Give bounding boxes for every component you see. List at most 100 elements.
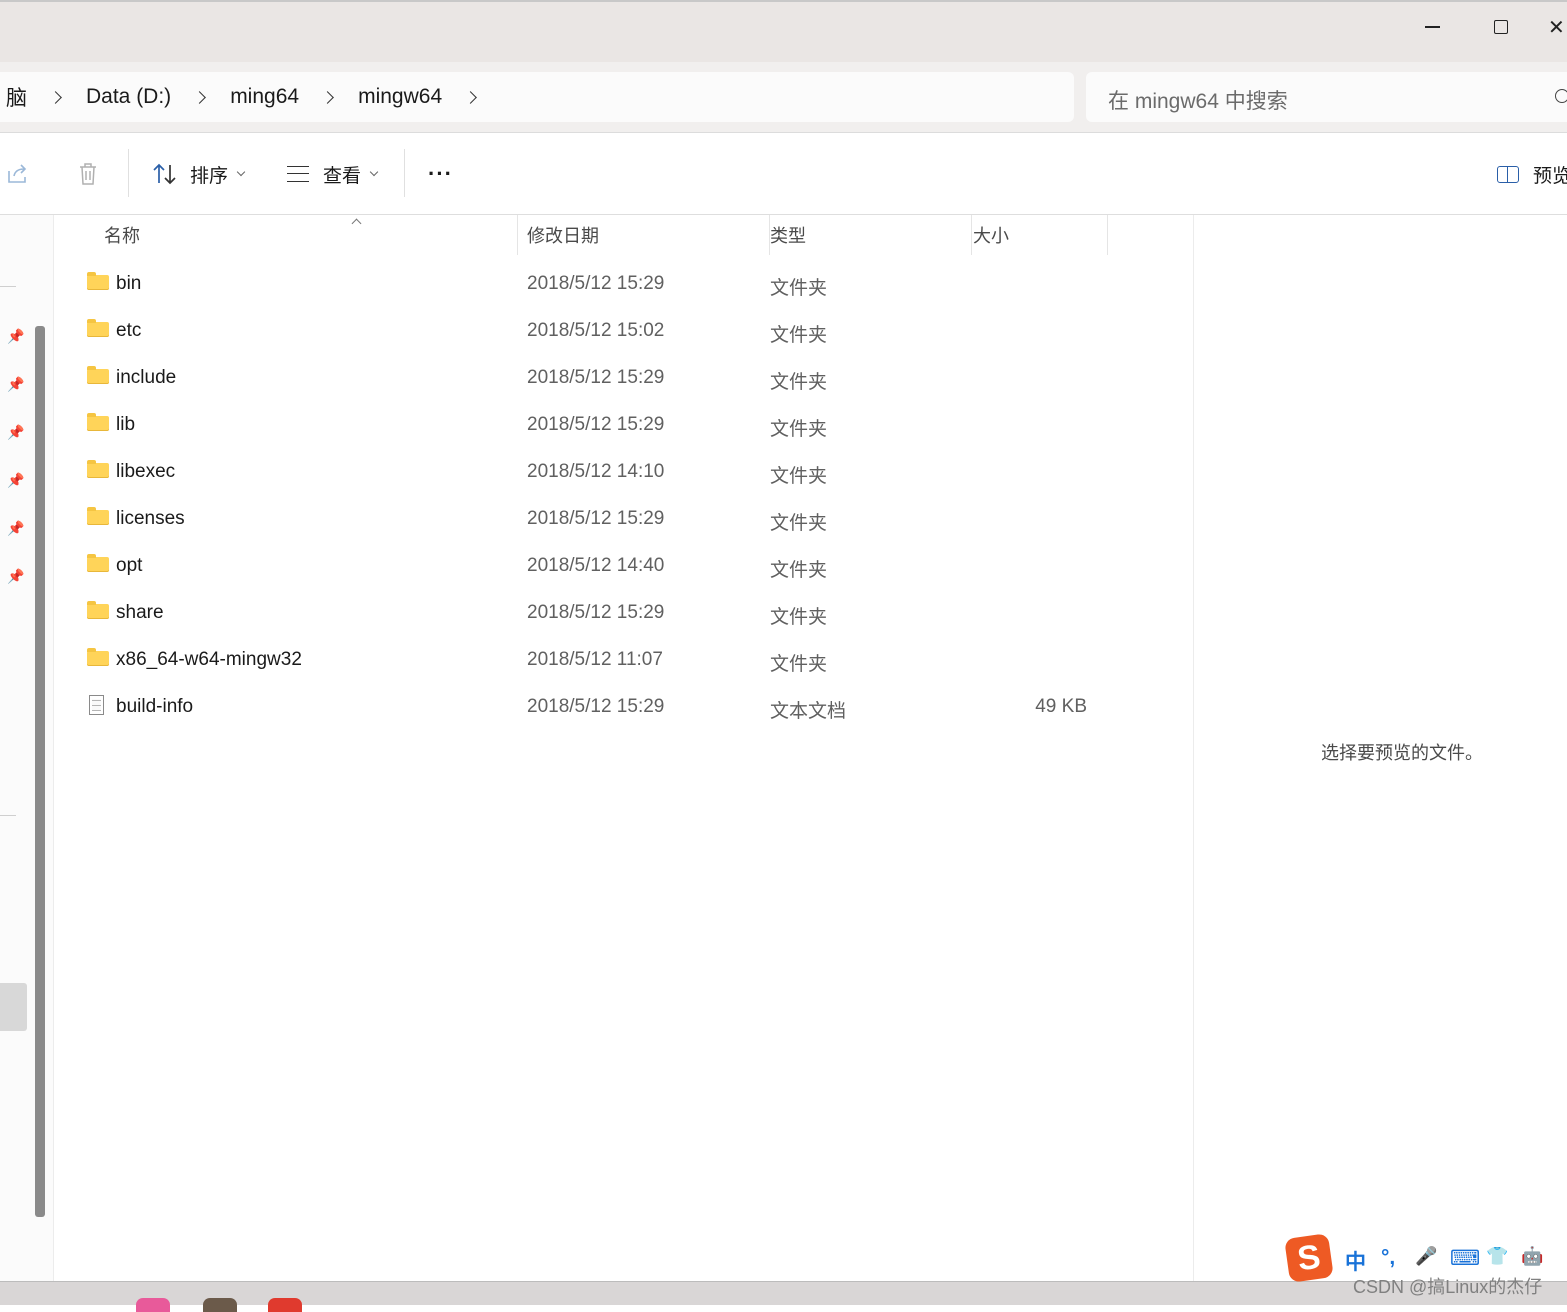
sogou-logo-icon[interactable]: S xyxy=(1284,1233,1334,1283)
breadcrumb-item-data-d[interactable]: Data (D:) xyxy=(86,85,171,109)
sort-button[interactable]: 排序 xyxy=(152,157,246,191)
share-icon xyxy=(8,164,27,183)
taskbar-app-icon[interactable] xyxy=(203,1298,237,1312)
file-row[interactable]: etc 2018/5/12 15:02 文件夹 xyxy=(54,309,1192,356)
file-row[interactable]: lib 2018/5/12 15:29 文件夹 xyxy=(54,403,1192,450)
breadcrumb[interactable]: 脑 Data (D:) ming64 mingw64 xyxy=(0,72,1074,122)
column-header-type[interactable]: 类型 xyxy=(761,215,972,255)
file-row[interactable]: licenses 2018/5/12 15:29 文件夹 xyxy=(54,497,1192,544)
folder-icon xyxy=(87,601,109,619)
folder-icon xyxy=(87,413,109,431)
pin-icon[interactable]: 📌 xyxy=(7,568,24,585)
pin-icon[interactable]: 📌 xyxy=(7,472,24,489)
pin-icon[interactable]: 📌 xyxy=(7,520,24,537)
maximize-button[interactable] xyxy=(1481,12,1521,42)
file-row[interactable]: build-info 2018/5/12 15:29 文本文档 49 KB xyxy=(54,685,1192,732)
nav-selected-item[interactable] xyxy=(0,983,27,1031)
navigation-pane: 📌 📌 📌 📌 📌 📌 xyxy=(0,215,54,1281)
breadcrumb-item-mingw64[interactable]: mingw64 xyxy=(358,85,442,109)
pin-icon[interactable]: 📌 xyxy=(7,376,24,393)
preview-pane-icon xyxy=(1497,165,1519,183)
nav-divider xyxy=(0,286,16,287)
file-type: 文件夹 xyxy=(770,560,828,581)
chevron-right-icon[interactable] xyxy=(464,90,477,104)
navigation-scrollbar[interactable] xyxy=(35,326,45,1217)
ime-chinese-mode[interactable]: 中 xyxy=(1345,1246,1366,1276)
watermark: CSDN @搞Linux的杰仔 xyxy=(1353,1277,1543,1297)
preview-pane: 选择要预览的文件。 xyxy=(1193,215,1567,1281)
file-row[interactable]: opt 2018/5/12 14:40 文件夹 xyxy=(54,544,1192,591)
toolbar-divider xyxy=(404,149,405,197)
nav-divider xyxy=(0,815,16,816)
file-date-modified: 2018/5/12 11:07 xyxy=(527,649,663,670)
file-type: 文件夹 xyxy=(770,607,828,628)
file-row[interactable]: bin 2018/5/12 15:29 文件夹 xyxy=(54,262,1192,309)
file-row[interactable]: include 2018/5/12 15:29 文件夹 xyxy=(54,356,1192,403)
more-options-button[interactable]: ··· xyxy=(428,157,453,191)
share-button[interactable] xyxy=(6,157,30,191)
keyboard-icon[interactable]: ⌨ xyxy=(1450,1246,1480,1271)
folder-icon xyxy=(87,319,109,337)
file-size: 49 KB xyxy=(1035,696,1087,717)
file-name: lib xyxy=(116,414,136,435)
file-type: 文本文档 xyxy=(770,701,847,722)
microphone-icon[interactable]: 🎤 xyxy=(1415,1246,1437,1267)
search-icon[interactable] xyxy=(1555,89,1567,103)
file-type: 文件夹 xyxy=(770,466,828,487)
breadcrumb-item-ming64[interactable]: ming64 xyxy=(230,85,299,109)
file-date-modified: 2018/5/12 15:29 xyxy=(527,273,665,294)
taskbar-app-icon[interactable] xyxy=(136,1298,170,1312)
chevron-down-icon xyxy=(369,167,379,177)
file-name: include xyxy=(116,367,177,388)
file-row[interactable]: x86_64-w64-mingw32 2018/5/12 11:07 文件夹 xyxy=(54,638,1192,685)
file-type: 文件夹 xyxy=(770,419,828,440)
breadcrumb-item-this-pc[interactable]: 脑 xyxy=(6,82,27,112)
sort-label: 排序 xyxy=(190,165,229,187)
chevron-right-icon[interactable] xyxy=(49,90,62,104)
minimize-button[interactable] xyxy=(1412,12,1452,42)
folder-icon xyxy=(87,460,109,478)
view-label: 查看 xyxy=(323,165,362,187)
file-type: 文件夹 xyxy=(770,372,828,393)
folder-icon xyxy=(87,507,109,525)
title-bar: ✕ xyxy=(0,0,1567,64)
file-date-modified: 2018/5/12 15:29 xyxy=(527,367,665,388)
file-date-modified: 2018/5/12 14:40 xyxy=(527,555,665,576)
file-date-modified: 2018/5/12 15:29 xyxy=(527,602,665,623)
file-name: libexec xyxy=(116,461,176,482)
ime-punctuation-icon[interactable]: °, xyxy=(1381,1246,1395,1270)
file-date-modified: 2018/5/12 15:02 xyxy=(527,320,665,341)
file-name: etc xyxy=(116,320,142,341)
delete-button[interactable] xyxy=(77,157,99,191)
preview-pane-button[interactable]: 预览 xyxy=(1497,157,1567,191)
pin-icon[interactable]: 📌 xyxy=(7,328,24,345)
column-header-name[interactable]: 名称 xyxy=(104,215,518,255)
file-name: licenses xyxy=(116,508,185,529)
search-input[interactable]: 在 mingw64 中搜索 xyxy=(1086,72,1567,122)
taskbar-app-icon[interactable] xyxy=(268,1298,302,1312)
preview-label: 预览 xyxy=(1533,165,1567,187)
close-icon: ✕ xyxy=(1548,16,1565,39)
column-header-date[interactable]: 修改日期 xyxy=(518,215,770,255)
view-list-icon xyxy=(287,166,309,182)
sort-ascending-icon xyxy=(351,218,362,229)
file-name: share xyxy=(116,602,164,623)
folder-icon xyxy=(87,272,109,290)
view-button[interactable]: 查看 xyxy=(287,157,379,191)
address-row: 脑 Data (D:) ming64 mingw64 在 mingw64 中搜索 xyxy=(0,62,1567,133)
file-row[interactable]: share 2018/5/12 15:29 文件夹 xyxy=(54,591,1192,638)
file-row[interactable]: libexec 2018/5/12 14:10 文件夹 xyxy=(54,450,1192,497)
file-date-modified: 2018/5/12 15:29 xyxy=(527,696,665,717)
skin-shirt-icon[interactable]: 👕 xyxy=(1486,1246,1508,1267)
close-button[interactable]: ✕ xyxy=(1548,12,1567,42)
file-name: opt xyxy=(116,555,143,576)
search-placeholder: 在 mingw64 中搜索 xyxy=(1108,90,1288,113)
file-name: bin xyxy=(116,273,142,294)
pin-icon[interactable]: 📌 xyxy=(7,424,24,441)
column-header-size[interactable]: 大小 xyxy=(963,215,1108,255)
chevron-right-icon[interactable] xyxy=(193,90,207,104)
file-type: 文件夹 xyxy=(770,654,828,675)
minimize-icon xyxy=(1424,26,1440,28)
robot-icon[interactable]: 🤖 xyxy=(1521,1246,1543,1267)
chevron-right-icon[interactable] xyxy=(321,90,334,104)
